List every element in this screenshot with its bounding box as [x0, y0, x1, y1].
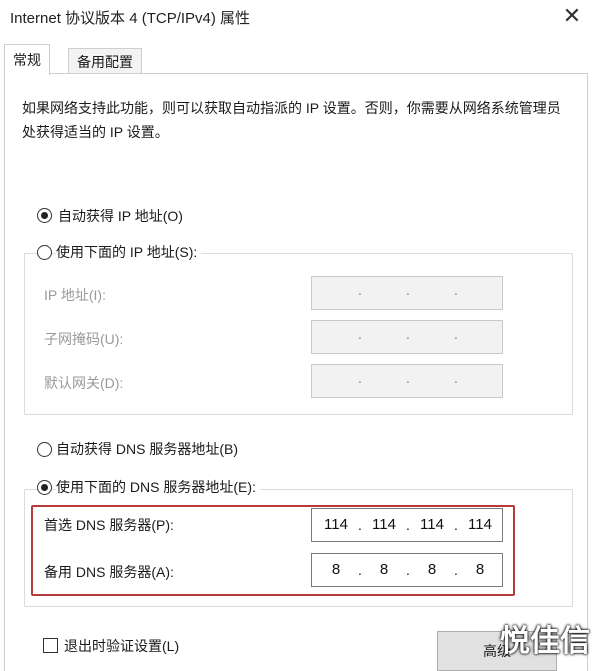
- ip-address-field[interactable]: · · ·: [311, 276, 503, 310]
- subnet-mask-field[interactable]: · · ·: [311, 320, 503, 354]
- default-gateway-field[interactable]: · · ·: [311, 364, 503, 398]
- tab-alternate-config[interactable]: 备用配置: [68, 48, 142, 74]
- watermark-logo: 悦佳信: [500, 625, 590, 658]
- manual-ip-radio[interactable]: [37, 245, 52, 260]
- default-gateway-label: 默认网关(D):: [44, 375, 124, 391]
- intro-text: 如果网络支持此功能，则可以获取自动指派的 IP 设置。否则，你需要从网络系统管理…: [22, 100, 561, 140]
- close-icon[interactable]: ✕: [556, 2, 588, 30]
- subnet-mask-label: 子网掩码(U):: [44, 331, 124, 347]
- dns-highlight-frame: [31, 505, 515, 596]
- ip-address-label: IP 地址(I):: [44, 287, 106, 303]
- validate-on-exit-checkbox[interactable]: [43, 638, 58, 653]
- auto-ip-label[interactable]: 自动获得 IP 地址(O): [58, 206, 183, 226]
- auto-dns-label[interactable]: 自动获得 DNS 服务器地址(B): [56, 439, 238, 459]
- title-bar: Internet 协议版本 4 (TCP/IPv4) 属性 ✕: [0, 0, 594, 36]
- manual-ip-label[interactable]: 使用下面的 IP 地址(S):: [56, 242, 202, 262]
- tab-bar: 常规 备用配置: [0, 36, 594, 75]
- auto-dns-radio[interactable]: [37, 442, 52, 457]
- manual-dns-label[interactable]: 使用下面的 DNS 服务器地址(E):: [56, 477, 260, 497]
- manual-dns-radio[interactable]: [37, 480, 52, 495]
- auto-ip-radio[interactable]: [37, 208, 52, 223]
- validate-on-exit-label[interactable]: 退出时验证设置(L): [64, 636, 179, 656]
- window-title: Internet 协议版本 4 (TCP/IPv4) 属性: [10, 10, 251, 27]
- tab-general[interactable]: 常规: [4, 44, 50, 75]
